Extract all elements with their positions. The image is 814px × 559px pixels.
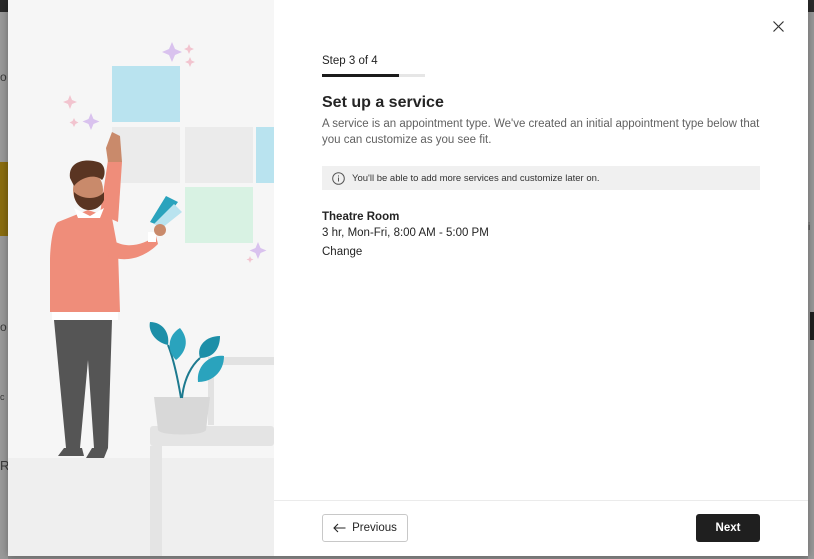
previous-button-label: Previous: [352, 522, 397, 534]
footer-divider: [274, 500, 808, 501]
backdrop-letter: o: [0, 70, 7, 84]
previous-button[interactable]: Previous: [322, 514, 408, 542]
info-message-bar: You'll be able to add more services and …: [322, 166, 760, 190]
backdrop-left-strip: [0, 12, 8, 559]
step-indicator: Step 3 of 4: [322, 55, 378, 67]
backdrop-right-strip: [808, 12, 814, 559]
backdrop-dark-block: [810, 312, 814, 340]
backdrop-letter: o: [0, 320, 7, 334]
info-message-text: You'll be able to add more services and …: [352, 172, 600, 184]
arrow-left-icon: [333, 523, 346, 533]
change-service-link[interactable]: Change: [322, 246, 362, 258]
wizard-illustration: [8, 0, 274, 556]
backdrop-letter: i: [808, 222, 811, 233]
page-description: A service is an appointment type. We've …: [322, 118, 760, 146]
backdrop-letter: c: [0, 392, 5, 402]
service-name: Theatre Room: [322, 211, 400, 223]
close-button[interactable]: [768, 16, 788, 36]
service-detail: 3 hr, Mon-Fri, 8:00 AM - 5:00 PM: [322, 227, 489, 239]
info-icon: [332, 171, 345, 185]
setup-wizard-dialog: Step 3 of 4 Set up a service A service i…: [8, 0, 808, 556]
page-title: Set up a service: [322, 94, 444, 111]
step-progress-bar: [322, 74, 425, 77]
backdrop-yellow-block: [0, 162, 8, 236]
step-progress-fill: [322, 74, 400, 77]
person-arranging-tiles-illustration: [8, 42, 274, 556]
close-icon: [772, 20, 784, 32]
wizard-content: Step 3 of 4 Set up a service A service i…: [274, 0, 808, 556]
next-button[interactable]: Next: [696, 514, 760, 542]
